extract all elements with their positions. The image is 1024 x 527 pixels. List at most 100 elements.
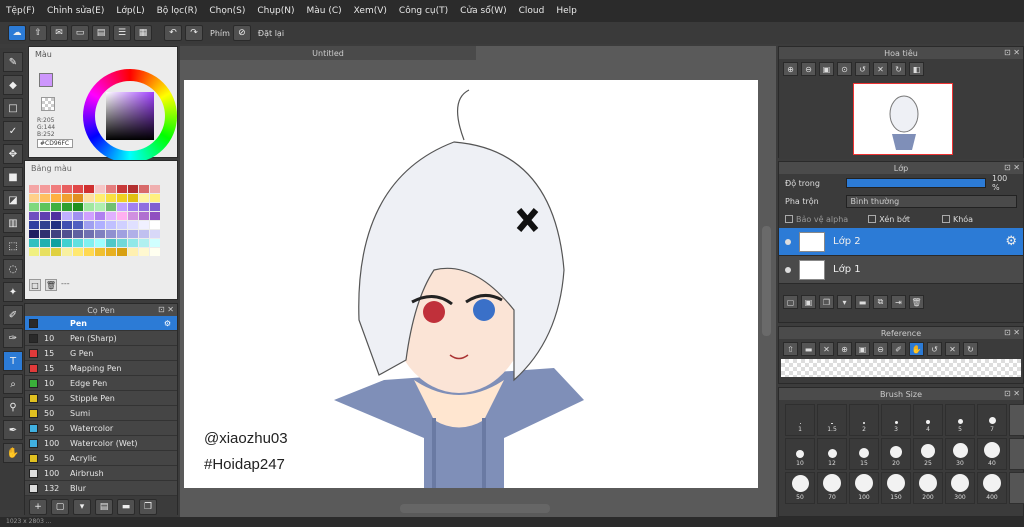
palette-swatch[interactable] [128, 221, 138, 229]
palette-swatch[interactable] [40, 203, 50, 211]
brush-size-cell[interactable]: 40 [977, 438, 1007, 470]
flip-icon[interactable]: ✕ [873, 62, 888, 76]
palette-swatch[interactable] [128, 203, 138, 211]
palette-swatch[interactable] [95, 212, 105, 220]
zoom-icon[interactable]: ⌕ [3, 374, 23, 394]
brush-size-cell[interactable]: 1.5 [817, 404, 847, 436]
brush-item[interactable]: 50 Watercolor [25, 421, 177, 436]
palette-swatch[interactable] [150, 185, 160, 193]
palette-swatch[interactable] [51, 221, 61, 229]
expand-icon[interactable]: ⊡ ✕ [1004, 389, 1020, 398]
palette-swatch[interactable] [117, 248, 127, 256]
fit-icon[interactable]: ▣ [855, 342, 870, 356]
palette-swatch[interactable] [106, 230, 116, 238]
palette-swatch[interactable] [106, 221, 116, 229]
color-wheel[interactable] [83, 69, 177, 163]
rotate-right-icon[interactable]: ↻ [891, 62, 906, 76]
brush-dup-icon[interactable]: ❐ [139, 499, 157, 515]
palette-swatch[interactable] [150, 239, 160, 247]
palette-swatch[interactable] [150, 194, 160, 202]
redo-icon[interactable]: ↷ [185, 25, 203, 41]
palette-swatch[interactable] [62, 185, 72, 193]
undo-icon[interactable]: ↶ [164, 25, 182, 41]
palette-swatch[interactable] [51, 230, 61, 238]
zoom-in-icon[interactable]: ⊕ [837, 342, 852, 356]
palette-swatch[interactable] [40, 248, 50, 256]
rotate-left-icon[interactable]: ↺ [855, 62, 870, 76]
palette-swatch[interactable] [29, 248, 39, 256]
menu-cloud[interactable]: Cloud [519, 6, 545, 16]
fit-icon[interactable]: ▣ [819, 62, 834, 76]
palette-swatch[interactable] [117, 185, 127, 193]
vertical-scrollbar[interactable] [762, 226, 771, 336]
brush-size-scrollbar[interactable] [1009, 472, 1024, 504]
brush-size-cell[interactable]: 25 [913, 438, 943, 470]
text-icon[interactable]: T [3, 351, 23, 371]
document-icon[interactable]: ▤ [92, 25, 110, 41]
palette-swatch[interactable] [29, 203, 39, 211]
palette-swatch[interactable] [51, 239, 61, 247]
brush-icon[interactable]: ✎ [3, 52, 23, 72]
zoom-out-icon[interactable]: ⊖ [801, 62, 816, 76]
palette-swatch[interactable] [51, 203, 61, 211]
palette-swatch[interactable] [73, 203, 83, 211]
reset-button[interactable]: Đặt lại [258, 29, 284, 38]
reference-image-area[interactable] [781, 359, 1021, 377]
layer-row[interactable]: Lớp 2 ⚙ [779, 228, 1023, 256]
palette-swatch[interactable] [150, 203, 160, 211]
comment-icon[interactable]: ▭ [71, 25, 89, 41]
brush-item[interactable]: 50 Acrylic [25, 451, 177, 466]
palette-swatch[interactable] [128, 248, 138, 256]
palette-swatch[interactable] [40, 185, 50, 193]
menu-help[interactable]: Help [556, 6, 577, 16]
brush-size-cell[interactable]: 20 [881, 438, 911, 470]
eyedropper-icon[interactable]: ✐ [891, 342, 906, 356]
select-icon[interactable]: ⬚ [3, 236, 23, 256]
palette-swatch[interactable] [128, 230, 138, 238]
brush-size-cell[interactable]: 5 [945, 404, 975, 436]
chat-icon[interactable]: ✉ [50, 25, 68, 41]
menu-select[interactable]: Chọn(S) [209, 6, 245, 16]
palette-swatch[interactable] [62, 194, 72, 202]
close-icon[interactable]: ✕ [819, 342, 834, 356]
brush-size-cell[interactable]: 100 [849, 472, 879, 504]
brush-size-cell[interactable]: 12 [817, 438, 847, 470]
list-icon[interactable]: ☰ [113, 25, 131, 41]
palette-add-icon[interactable]: □ [29, 279, 41, 291]
cloud-icon[interactable]: ☁ [8, 25, 26, 41]
brush-doc-icon[interactable]: ▤ [95, 499, 113, 515]
fill-icon[interactable]: ◪ [3, 190, 23, 210]
hex-input[interactable]: #CD96FC [37, 139, 73, 148]
primary-color-swatch[interactable] [39, 73, 53, 87]
palette-swatch[interactable] [51, 185, 61, 193]
lasso-icon[interactable]: ◌ [3, 259, 23, 279]
brush-size-cell[interactable]: 200 [913, 472, 943, 504]
expand-icon[interactable]: ⊡ ✕ [158, 305, 174, 314]
palette-swatch[interactable] [73, 239, 83, 247]
palette-swatch[interactable] [84, 185, 94, 193]
palette-swatch[interactable] [62, 230, 72, 238]
palette-swatch[interactable] [29, 212, 39, 220]
rotate-right-icon[interactable]: ↻ [963, 342, 978, 356]
palette-swatch[interactable] [84, 230, 94, 238]
expand-icon[interactable]: ⊡ ✕ [1004, 48, 1020, 57]
palette-swatch[interactable] [84, 221, 94, 229]
brush-size-cell[interactable]: 300 [945, 472, 975, 504]
expand-icon[interactable]: ⊡ ✕ [1004, 163, 1020, 172]
palette-swatch[interactable] [150, 230, 160, 238]
palette-swatch[interactable] [95, 203, 105, 211]
palette-swatch[interactable] [106, 248, 116, 256]
upload-icon[interactable]: ⇧ [783, 342, 798, 356]
protect-alpha-checkbox[interactable]: Bảo vệ alpha [785, 215, 848, 224]
zoom-out-icon[interactable]: ⊖ [873, 342, 888, 356]
opacity-slider[interactable] [846, 178, 986, 188]
new-layer-icon[interactable]: ▢ [783, 295, 798, 309]
brush-item[interactable]: Pen ⚙ [25, 316, 177, 331]
palette-swatch[interactable] [95, 248, 105, 256]
brush-size-cell[interactable]: 3 [881, 404, 911, 436]
palette-swatch[interactable] [73, 212, 83, 220]
flip-icon[interactable]: ✕ [945, 342, 960, 356]
brush-item[interactable]: 15 Mapping Pen [25, 361, 177, 376]
rect-icon[interactable]: □ [3, 98, 23, 118]
palette-swatch[interactable] [62, 221, 72, 229]
